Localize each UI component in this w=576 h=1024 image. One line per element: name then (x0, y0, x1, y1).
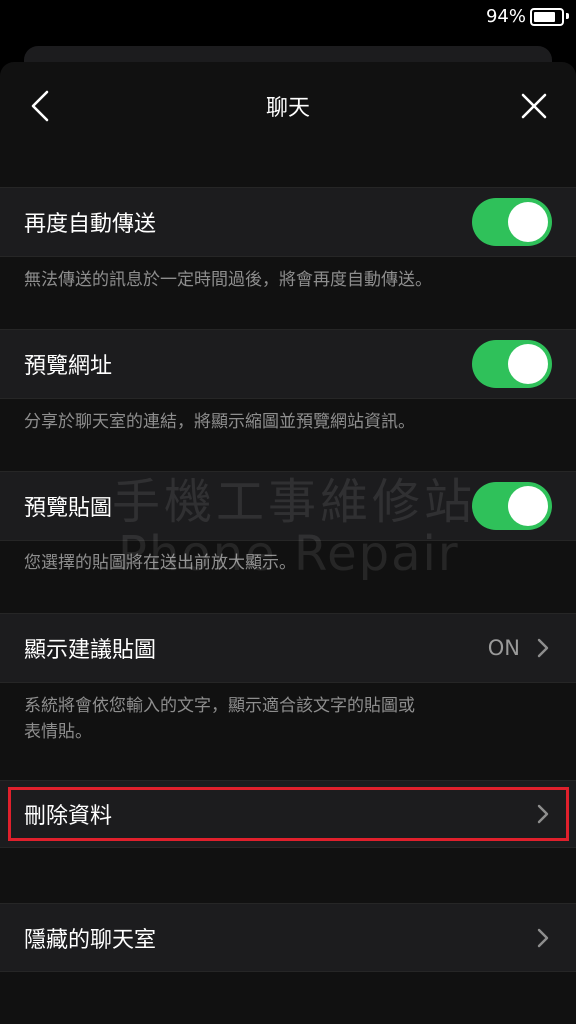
nav-bar: 聊天 (0, 62, 576, 148)
setting-value: ON (487, 636, 520, 660)
setting-label: 再度自動傳送 (24, 212, 157, 237)
description-line: 系統將會依您輸入的文字，顯示適合該文字的貼圖或 (24, 696, 415, 716)
setting-description: 無法傳送的訊息於一定時間過後，將會再度自動傳送。 (24, 270, 432, 290)
chevron-right-icon (537, 638, 549, 658)
battery-icon (530, 8, 564, 26)
setting-label: 隱藏的聊天室 (24, 927, 157, 953)
toggle-knob (508, 202, 548, 242)
setting-label: 預覽網址 (24, 354, 113, 379)
watermark-text: Phone Repair (118, 526, 460, 582)
highlight-box (8, 787, 569, 841)
close-icon (521, 93, 547, 119)
page-title: 聊天 (265, 96, 310, 121)
battery-percent: 94% (485, 6, 526, 27)
status-bar: 94% (0, 0, 576, 34)
url-preview-toggle[interactable] (472, 340, 552, 388)
setting-row-hidden-chats[interactable]: 隱藏的聊天室 (0, 903, 576, 972)
setting-row-suggested-stickers[interactable]: 顯示建議貼圖 ON (0, 613, 576, 683)
setting-row-url-preview: 預覽網址 (0, 329, 576, 399)
auto-resend-toggle[interactable] (472, 198, 552, 246)
setting-label: 預覽貼圖 (24, 496, 113, 521)
close-button[interactable] (516, 88, 552, 124)
toggle-knob (508, 486, 548, 526)
setting-description: 系統將會依您輸入的文字，顯示適合該文字的貼圖或 表情貼。 (24, 693, 524, 745)
setting-label: 顯示建議貼圖 (24, 638, 157, 663)
battery-tip (566, 13, 569, 19)
battery-level-fill (534, 12, 555, 22)
setting-row-auto-resend: 再度自動傳送 (0, 187, 576, 257)
setting-description: 分享於聊天室的連結，將顯示縮圖並預覽網站資訊。 (24, 412, 415, 432)
toggle-knob (508, 344, 548, 384)
description-line: 表情貼。 (24, 722, 92, 742)
watermark-text: 手機工事維修站 (112, 474, 477, 530)
chevron-right-icon (537, 928, 549, 947)
sticker-preview-toggle[interactable] (472, 482, 552, 530)
